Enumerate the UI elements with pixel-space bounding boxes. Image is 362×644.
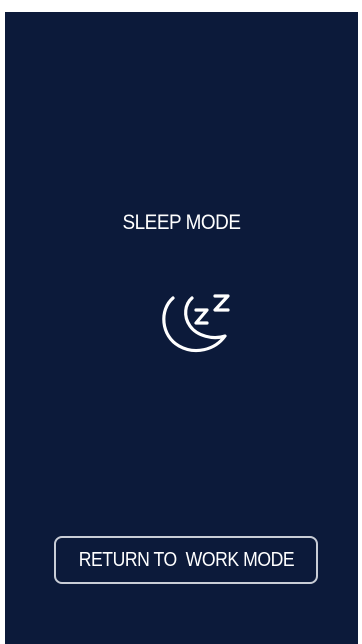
page-title: SLEEP MODE (122, 211, 241, 234)
return-button-label: RETURN TO WORK MODE (78, 548, 294, 571)
return-to-work-mode-button[interactable]: RETURN TO WORK MODE (54, 536, 318, 584)
moon-sleep-icon (162, 294, 230, 353)
sleep-mode-screen: SLEEP MODE RETURN TO WORK MODE (5, 12, 358, 644)
